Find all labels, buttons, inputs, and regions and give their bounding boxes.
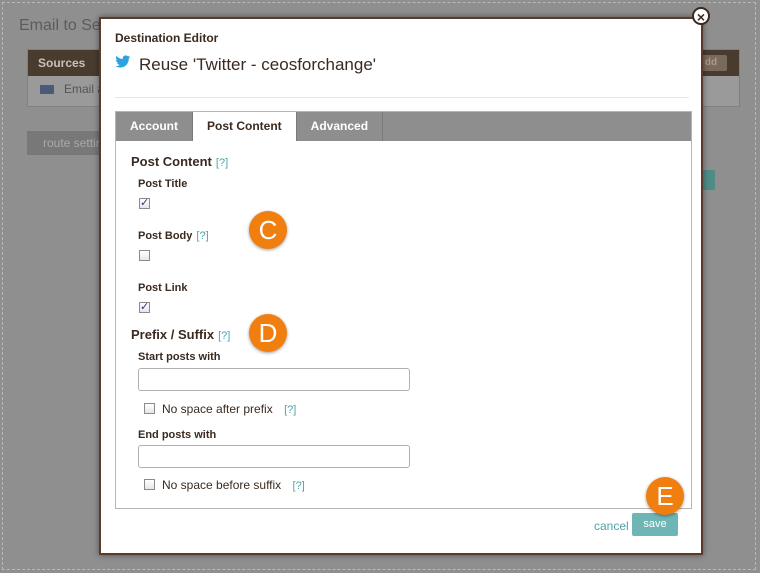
tab-bar: Account Post Content Advanced [116, 112, 691, 141]
post-title-label: Post Title [138, 178, 188, 190]
editor-content-box: Account Post Content Advanced Post Conte… [115, 111, 692, 509]
no-space-before-suffix-checkbox[interactable] [144, 479, 155, 490]
no-space-after-prefix-help-link[interactable]: [?] [284, 404, 296, 416]
no-space-after-prefix-checkbox[interactable] [144, 403, 155, 414]
destination-editor-modal: Destination Editor Reuse 'Twitter - ceos… [99, 17, 703, 555]
modal-title-text: Reuse 'Twitter - ceosforchange' [139, 55, 377, 74]
envelope-icon [40, 85, 54, 95]
twitter-icon [115, 54, 131, 74]
cancel-link[interactable]: cancel [594, 519, 629, 533]
tab-advanced[interactable]: Advanced [297, 112, 384, 141]
post-body-checkbox[interactable] [139, 250, 150, 261]
post-body-label: Post Body [?] [138, 230, 209, 242]
tab-account[interactable]: Account [116, 112, 193, 141]
prefix-suffix-heading: Prefix / Suffix [?] [131, 327, 230, 342]
close-icon[interactable]: × [692, 7, 710, 25]
post-body-label-text: Post Body [138, 230, 193, 242]
tab-post-content[interactable]: Post Content [193, 112, 297, 141]
background-source-label: Email a [64, 82, 105, 96]
no-space-after-prefix-label: No space after prefix [?] [162, 402, 296, 416]
no-space-before-suffix-label: No space before suffix [?] [162, 478, 305, 492]
no-space-before-suffix-help-link[interactable]: [?] [293, 480, 305, 492]
post-link-checkbox[interactable] [139, 300, 150, 313]
save-button[interactable]: save [632, 513, 678, 536]
end-posts-label: End posts with [138, 429, 217, 441]
background-green-tab [703, 170, 715, 190]
modal-title: Reuse 'Twitter - ceosforchange' [115, 55, 376, 75]
post-content-heading: Post Content [?] [131, 154, 228, 169]
start-posts-input[interactable] [138, 368, 410, 391]
post-title-checkbox[interactable] [139, 196, 150, 209]
start-posts-label: Start posts with [138, 351, 221, 363]
post-content-title: Post Content [131, 154, 212, 169]
prefix-suffix-help-link[interactable]: [?] [218, 330, 230, 342]
modal-divider [115, 97, 689, 98]
callout-e: E [646, 477, 684, 515]
post-content-help-link[interactable]: [?] [216, 157, 228, 169]
sources-label: Sources [38, 56, 86, 70]
callout-d: D [249, 314, 287, 352]
end-posts-input[interactable] [138, 445, 410, 468]
callout-c: C [249, 211, 287, 249]
post-link-label: Post Link [138, 282, 188, 294]
no-space-before-suffix-text: No space before suffix [162, 478, 282, 492]
modal-label: Destination Editor [115, 31, 219, 45]
post-body-help-link[interactable]: [?] [196, 230, 208, 242]
no-space-after-prefix-text: No space after prefix [162, 402, 273, 416]
prefix-suffix-title: Prefix / Suffix [131, 327, 215, 342]
background-title: Email to Se [19, 17, 101, 34]
